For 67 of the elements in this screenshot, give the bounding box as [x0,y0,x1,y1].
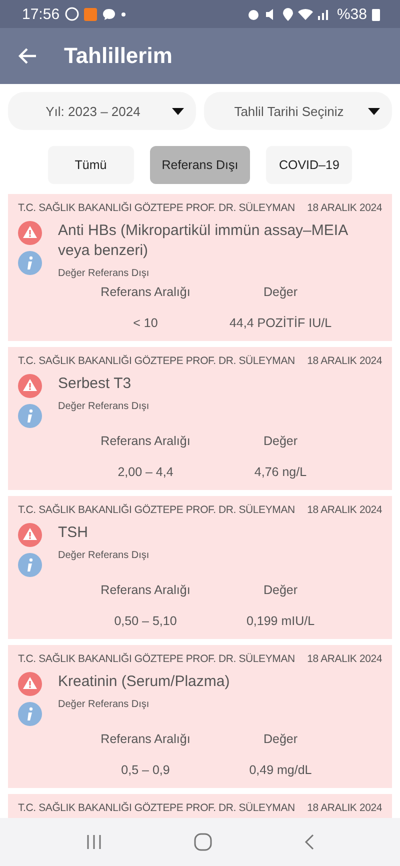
result-date: 18 ARALIK 2024 [307,802,382,815]
status-text: Değer Referans Dışı [58,699,150,710]
info-icon[interactable] [18,404,42,428]
result-date: 18 ARALIK 2024 [307,202,382,215]
home-button[interactable] [194,833,212,851]
battery-level: %38 [336,6,367,22]
dot-icon [120,12,126,16]
filter-dropdown[interactable]: Tahlil Tarihi Seçiniz [204,92,392,130]
test-name: Anti HBs (Mikropartikül immün assay–MEIA veya benzeri) [58,221,349,261]
hospital-name: T.C. SAĞLIK BAKANLIĞI GÖZTEPE PROF. DR. SÜLEYMAN [18,802,295,815]
caret-icon [172,108,184,115]
filter-tab[interactable]: COVID–19 [266,146,352,184]
column-header: Referans Aralığı [100,285,192,300]
recent-apps-button[interactable] [86,834,102,850]
reference-range: < 10 [132,316,159,331]
result-date: 18 ARALIK 2024 [307,653,382,666]
status-time: 17:56 [22,6,60,22]
result-card[interactable]: T.C. SAĞLIK BAKANLIĞI GÖZTEPE PROF. DR. SÜLEYMAN 18 ARALIK 2024 Anti HBs (Mikropartikül immün assay–MEIA veya benzeri) Değer Referans Dışı Referans Aralığı Değer < 10 44,4 POZİTİF IU/L [8,194,392,341]
status-text: Değer Referans Dışı [58,268,150,279]
test-name: Kreatinin (Serum/Plazma) [58,672,231,692]
info-icon[interactable] [18,702,42,726]
result-card[interactable]: T.C. SAĞLIK BAKANLIĞI GÖZTEPE PROF. DR. SÜLEYMAN 18 ARALIK 2024 [8,794,392,818]
warning-icon [18,221,42,245]
column-header: Değer [262,583,299,598]
warning-icon [18,374,42,398]
result-value: 44,4 POZİTİF IU/L [228,316,333,331]
column-header: Değer [262,732,299,747]
column-header: Referans Aralığı [100,434,192,449]
reference-range: 2,00 – 4,4 [116,465,174,480]
hospital-name: T.C. SAĞLIK BAKANLIĞI GÖZTEPE PROF. DR. SÜLEYMAN [18,504,295,517]
hospital-name: T.C. SAĞLIK BAKANLIĞI GÖZTEPE PROF. DR. SÜLEYMAN [18,355,295,368]
result-card[interactable]: T.C. SAĞLIK BAKANLIĞI GÖZTEPE PROF. DR. SÜLEYMAN 18 ARALIK 2024 TSH Değer Referans Dışı Referans Aralığı Değer 0,50 – 5,10 0,199 mIU/L [8,496,392,639]
hospital-name: T.C. SAĞLIK BAKANLIĞI GÖZTEPE PROF. DR. SÜLEYMAN [18,653,295,666]
location-icon [282,8,293,20]
test-name: Serbest T3 [58,374,132,394]
info-icon[interactable] [18,251,42,275]
hospital-name: T.C. SAĞLIK BAKANLIĞI GÖZTEPE PROF. DR. SÜLEYMAN [18,202,295,215]
status-text: Değer Referans Dışı [58,550,150,561]
test-name: TSH [58,523,89,543]
caret-icon [368,108,380,115]
result-value: 4,76 ng/L [253,465,308,480]
filter-tab[interactable]: Referans Dışı [150,146,250,184]
result-value: 0,199 mIU/L [245,614,316,629]
back-nav-button[interactable] [304,834,314,850]
filter-dropdown[interactable]: Yıl: 2023 – 2024 [8,92,196,130]
result-card[interactable]: T.C. SAĞLIK BAKANLIĞI GÖZTEPE PROF. DR. SÜLEYMAN 18 ARALIK 2024 Serbest T3 Değer Referans Dışı Referans Aralığı Değer 2,00 – 4,4 4,76 ng/L [8,347,392,490]
warning-icon [18,523,42,547]
message-icon [102,8,116,20]
app-icon [84,8,97,20]
page-title: Tahlillerim [64,43,172,69]
filter-tab[interactable]: Tümü [48,146,134,184]
result-value: 0,49 mg/dL [248,763,313,778]
result-card[interactable]: T.C. SAĞLIK BAKANLIĞI GÖZTEPE PROF. DR. SÜLEYMAN 18 ARALIK 2024 Kreatinin (Serum/Plazma) Değer Referans Dışı Referans Aralığı Değer 0,5 – 0,9 0,49 mg/dL [8,645,392,788]
result-date: 18 ARALIK 2024 [307,355,382,368]
battery-icon [372,8,380,20]
warning-icon [18,672,42,696]
info-icon[interactable] [18,553,42,577]
back-button[interactable] [18,46,38,66]
status-text: Değer Referans Dışı [58,401,150,412]
reference-range: 0,50 – 5,10 [113,614,178,629]
result-date: 18 ARALIK 2024 [307,504,382,517]
reference-range: 0,5 – 0,9 [120,763,171,778]
column-header: Referans Aralığı [100,583,192,598]
wifi-icon [298,8,313,20]
column-header: Değer [262,285,299,300]
column-header: Değer [262,434,299,449]
column-header: Referans Aralığı [100,732,192,747]
